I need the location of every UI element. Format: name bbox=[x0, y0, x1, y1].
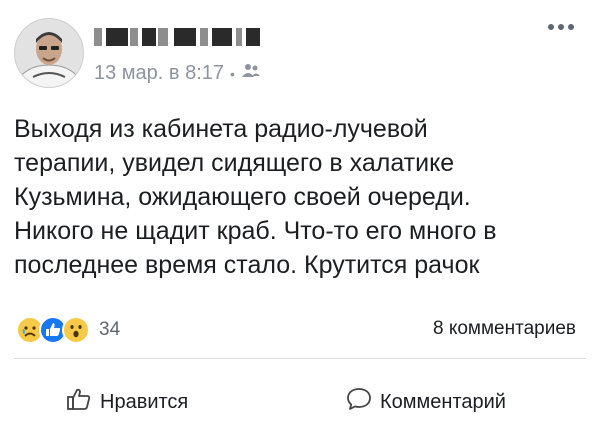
actions-divider bbox=[14, 358, 586, 359]
friends-icon[interactable] bbox=[241, 62, 261, 85]
post-card: 13 мар. в 8:17 • Выходя из кабинета ради… bbox=[0, 0, 600, 431]
reactions-count: 34 bbox=[99, 319, 121, 340]
more-horizontal-icon[interactable] bbox=[548, 24, 574, 30]
post-meta: 13 мар. в 8:17 • bbox=[94, 62, 261, 85]
avatar-photo bbox=[15, 19, 83, 87]
post-text: Выходя из кабинета радио-лучевой терапии… bbox=[14, 115, 497, 279]
meta-separator: • bbox=[230, 65, 235, 82]
author-name-blurred[interactable] bbox=[94, 28, 260, 46]
reactions-summary[interactable]: 34 bbox=[16, 316, 120, 344]
comment-button-label: Комментарий bbox=[380, 390, 506, 413]
comments-count-link[interactable]: 8 комментариев bbox=[433, 318, 576, 340]
speech-bubble-icon bbox=[346, 386, 372, 418]
comment-button[interactable]: Комментарий bbox=[346, 386, 506, 418]
avatar[interactable] bbox=[14, 18, 84, 88]
post-timestamp[interactable]: 13 мар. в 8:17 bbox=[94, 62, 224, 85]
thumbs-up-icon bbox=[66, 386, 92, 418]
like-button[interactable]: Нравится bbox=[66, 386, 188, 418]
like-button-label: Нравится bbox=[100, 390, 189, 413]
wow-reaction-icon bbox=[62, 316, 90, 344]
